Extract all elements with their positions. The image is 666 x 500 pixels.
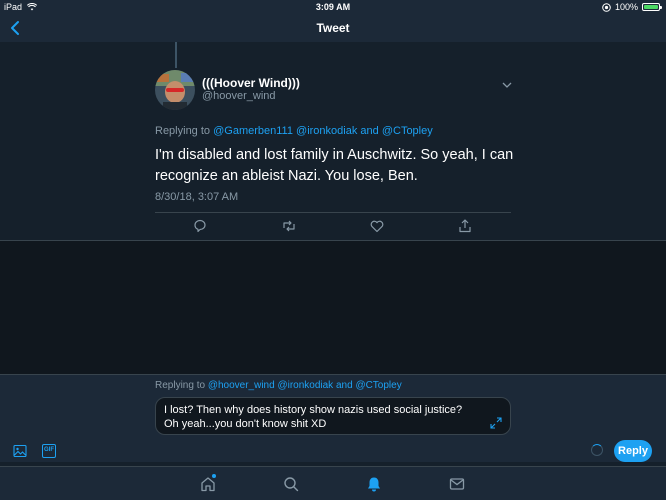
mention-link[interactable]: @hoover_wind bbox=[208, 380, 275, 391]
like-icon[interactable] bbox=[369, 218, 385, 234]
mention-conjunction[interactable]: and bbox=[336, 380, 353, 391]
tab-bar bbox=[0, 466, 666, 500]
messages-icon[interactable] bbox=[448, 475, 466, 493]
replying-prefix: Replying to bbox=[155, 125, 211, 137]
location-icon bbox=[602, 2, 611, 12]
empty-replies-area bbox=[0, 241, 666, 374]
loading-spinner-icon bbox=[591, 444, 603, 456]
reply-icon[interactable] bbox=[192, 218, 208, 234]
mention-link[interactable]: @Gamerben111 bbox=[213, 125, 293, 137]
status-bar: iPad 3:09 AM 100% bbox=[0, 0, 666, 14]
status-time: 3:09 AM bbox=[315, 2, 351, 12]
tweet-actions bbox=[155, 218, 511, 236]
nav-bar: Tweet bbox=[0, 14, 666, 42]
battery-percent: 100% bbox=[614, 2, 638, 12]
composer-replying-to: Replying to @hoover_wind @ironkodiak and… bbox=[155, 380, 402, 391]
mention-link[interactable]: @ironkodiak bbox=[277, 380, 333, 391]
page-title: Tweet bbox=[316, 21, 350, 35]
search-icon[interactable] bbox=[282, 475, 300, 493]
user-handle[interactable]: @hoover_wind bbox=[202, 90, 276, 102]
mention-link[interactable]: @CTopley bbox=[355, 380, 401, 391]
battery-icon bbox=[642, 3, 662, 11]
notifications-icon[interactable] bbox=[365, 475, 383, 493]
share-icon[interactable] bbox=[457, 218, 473, 234]
mention-link[interactable]: @ironkodiak bbox=[296, 125, 357, 137]
unread-dot bbox=[212, 474, 216, 478]
tweet-detail bbox=[0, 42, 666, 240]
reply-button[interactable]: Reply bbox=[614, 440, 652, 462]
gif-icon[interactable]: GIF bbox=[42, 444, 56, 458]
reply-draft-text: I lost? Then why does history show nazis… bbox=[164, 404, 463, 430]
replying-to: Replying to @Gamerben111 @ironkodiak and… bbox=[155, 125, 433, 137]
divider bbox=[155, 212, 511, 213]
avatar-image bbox=[155, 70, 195, 110]
status-bar-right: 100% bbox=[602, 2, 662, 12]
expand-icon[interactable] bbox=[490, 417, 502, 429]
replying-prefix: Replying to bbox=[155, 380, 206, 391]
mention-conjunction[interactable]: and bbox=[360, 125, 378, 137]
tweet-text: I'm disabled and lost family in Auschwit… bbox=[155, 147, 514, 184]
chevron-down-icon[interactable] bbox=[501, 80, 513, 90]
tweet-timestamp: 8/30/18, 3:07 AM bbox=[155, 191, 239, 203]
display-name[interactable]: (((Hoover Wind))) bbox=[202, 76, 300, 90]
retweet-icon[interactable] bbox=[281, 218, 297, 234]
mention-link[interactable]: @CTopley bbox=[382, 125, 433, 137]
reply-text-input[interactable]: I lost? Then why does history show nazis… bbox=[155, 397, 511, 435]
reply-composer: Replying to @hoover_wind @ironkodiak and… bbox=[0, 374, 666, 462]
image-icon[interactable] bbox=[13, 444, 27, 458]
avatar[interactable] bbox=[155, 70, 195, 110]
